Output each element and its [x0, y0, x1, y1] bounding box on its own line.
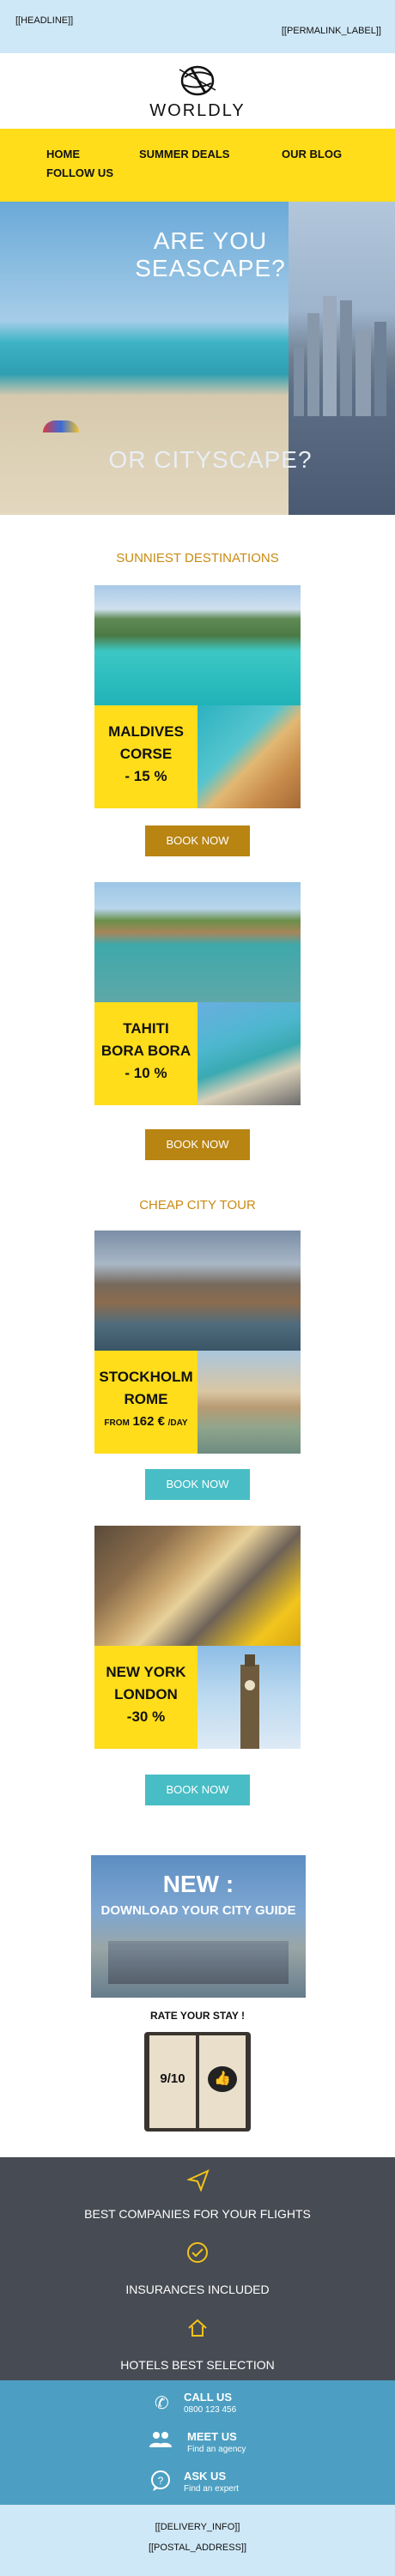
phone-icon: ✆ [155, 2394, 169, 2413]
deal-line1: NEW YORK [106, 1664, 186, 1680]
deal-line2: ROME [124, 1391, 168, 1407]
deal-line1: STOCKHOLM [99, 1369, 193, 1385]
price-prefix: FROM [104, 1418, 130, 1428]
deal-label-box: TAHITI BORA BORA - 10 % [94, 1002, 198, 1105]
section-title-sunniest: SUNNIEST DESTINATIONS [116, 551, 279, 565]
paper-plane-icon [187, 2169, 210, 2192]
brand-name: WORLDLY [149, 101, 246, 120]
permalink-link[interactable]: [[PERMALINK_LABEL]] [282, 26, 381, 36]
deal-label-box: STOCKHOLM ROME FROM 162 € /DAY [94, 1351, 198, 1454]
contact-meet[interactable]: MEET US Find an agency [187, 2430, 246, 2454]
book-now-button[interactable]: BOOK NOW [145, 825, 250, 856]
bora-bora-photo [198, 1002, 301, 1105]
contact-call-label: CALL US [184, 2391, 233, 2404]
contact-band: ✆ CALL US 0800 123 456 MEET US Find an a… [0, 2380, 395, 2505]
deal-card[interactable]: STOCKHOLM ROME FROM 162 € /DAY [94, 1231, 301, 1454]
globe-logo-icon[interactable] [177, 62, 218, 100]
nav-our-blog[interactable]: OUR BLOG [282, 148, 342, 160]
contact-ask[interactable]: ASK US Find an expert [184, 2470, 239, 2494]
deal-line1: TAHITI [123, 1020, 169, 1037]
contact-ask-sub: Find an expert [184, 2484, 239, 2494]
price-suffix: /DAY [167, 1418, 188, 1428]
people-icon [149, 2432, 172, 2447]
postal-address: [[POSTAL_ADDRESS]] [148, 2543, 247, 2553]
rome-photo [198, 1351, 301, 1454]
section-title-city: CHEAP CITY TOUR [139, 1198, 256, 1212]
london-photo [198, 1646, 301, 1749]
book-now-button[interactable]: BOOK NOW [145, 1129, 250, 1160]
logo-area: WORLDLY [0, 53, 395, 129]
contact-meet-sub: Find an agency [187, 2445, 246, 2454]
rating-score: 9/10 [160, 2071, 185, 2086]
city-guide-banner[interactable]: NEW : DOWNLOAD YOUR CITY GUIDE [91, 1855, 306, 1998]
contact-meet-label: MEET US [187, 2430, 237, 2443]
banner-guide: DOWNLOAD YOUR CITY GUIDE [100, 1903, 296, 1918]
email-page: [[HEADLINE]] [[PERMALINK_LABEL]] WORLDLY… [0, 0, 395, 2576]
deal-price-line: FROM 162 € /DAY [94, 1411, 198, 1435]
hero-bottom-text: OR CITYSCAPE? [108, 446, 313, 473]
deal-line3: - 15 % [125, 768, 167, 784]
tahiti-photo [94, 882, 301, 1002]
headline-text: [[HEADLINE]] [15, 15, 74, 26]
skyline-shape [108, 1941, 289, 1984]
footer: [[DELIVERY_INFO]] [[POSTAL_ADDRESS]] [0, 2505, 395, 2576]
deal-line2: LONDON [114, 1686, 178, 1702]
book-now-button[interactable]: BOOK NOW [145, 1469, 250, 1500]
nav-home[interactable]: HOME [46, 148, 80, 160]
feature-insurance: INSURANCES INCLUDED [125, 2283, 270, 2296]
hero-banner[interactable]: ARE YOU SEASCAPE? OR CITYSCAPE? [0, 202, 395, 515]
features-band: BEST COMPANIES FOR YOUR FLIGHTS INSURANC… [0, 2157, 395, 2380]
contact-ask-label: ASK US [184, 2470, 227, 2482]
deal-label-box: MALDIVES CORSE - 15 % [94, 705, 198, 808]
deal-line1: MALDIVES [108, 723, 184, 740]
maldives-photo [94, 585, 301, 705]
deal-line3: - 10 % [125, 1065, 167, 1081]
rating-notebook[interactable]: 9/10 👍 [139, 2029, 256, 2138]
big-ben-shape [240, 1665, 259, 1749]
price-value: 162 € [132, 1414, 165, 1429]
svg-text:?: ? [158, 2475, 164, 2487]
main-nav: HOME SUMMER DEALS OUR BLOG FOLLOW US [0, 129, 395, 202]
deal-label-box: NEW YORK LONDON -30 % [94, 1646, 198, 1749]
home-icon [188, 2319, 207, 2337]
beach-umbrella-shape [43, 420, 79, 432]
nav-summer-deals[interactable]: SUMMER DEALS [139, 148, 229, 160]
stockholm-photo [94, 1231, 301, 1351]
new-york-photo [94, 1526, 301, 1646]
chat-icon: ? [151, 2470, 170, 2491]
book-now-button[interactable]: BOOK NOW [145, 1775, 250, 1805]
contact-call-sub: 0800 123 456 [184, 2405, 237, 2415]
rate-stay-title: RATE YOUR STAY ! [149, 2010, 246, 2022]
deal-card[interactable]: MALDIVES CORSE - 15 % [94, 585, 301, 808]
nav-follow-us[interactable]: FOLLOW US [46, 166, 113, 179]
deal-card[interactable]: TAHITI BORA BORA - 10 % [94, 882, 301, 1105]
deal-line3: -30 % [126, 1708, 166, 1725]
corse-photo [198, 705, 301, 808]
deal-line2: CORSE [119, 746, 173, 762]
check-circle-icon [187, 2242, 208, 2263]
feature-hotels: HOTELS BEST SELECTION [120, 2358, 275, 2372]
deal-line2: BORA BORA [100, 1043, 191, 1059]
feature-flights: BEST COMPANIES FOR YOUR FLIGHTS [84, 2207, 311, 2221]
banner-new: NEW : [162, 1871, 234, 1897]
contact-call[interactable]: CALL US 0800 123 456 [184, 2391, 236, 2415]
thumbs-up-icon: 👍 [208, 2066, 237, 2092]
deal-card[interactable]: NEW YORK LONDON -30 % [94, 1526, 301, 1749]
hero-top-text: ARE YOU SEASCAPE? [135, 227, 286, 281]
delivery-info: [[DELIVERY_INFO]] [155, 2522, 240, 2532]
preheader-bar: [[HEADLINE]] [[PERMALINK_LABEL]] [0, 0, 395, 53]
